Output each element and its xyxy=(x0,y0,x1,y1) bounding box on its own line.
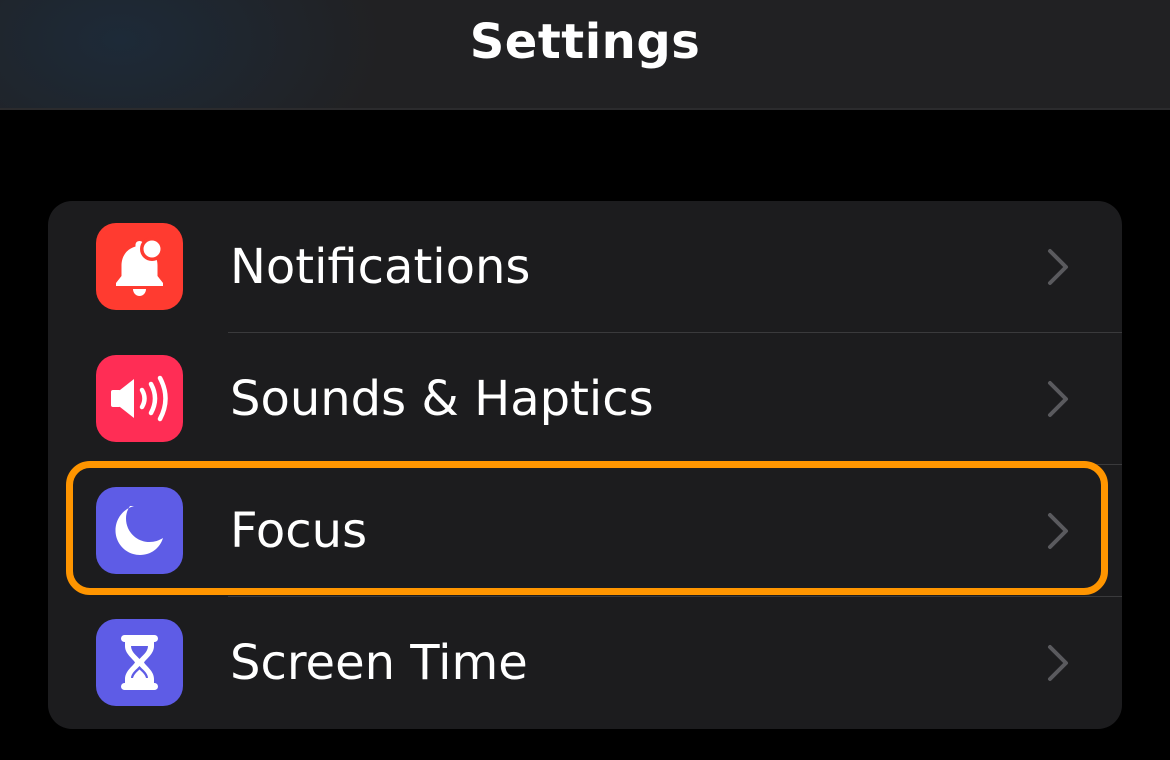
bell-badge-icon xyxy=(96,223,183,310)
settings-group: Notifications Sounds & Haptics Focus Scr… xyxy=(48,201,1122,729)
settings-row-focus[interactable]: Focus xyxy=(48,465,1122,597)
settings-screen: Settings Notifications Sounds & Haptics … xyxy=(0,0,1170,760)
hourglass-icon xyxy=(96,619,183,706)
navigation-bar: Settings xyxy=(0,0,1170,110)
settings-row-label: Sounds & Haptics xyxy=(230,371,654,427)
settings-row-sounds-haptics[interactable]: Sounds & Haptics xyxy=(48,333,1122,465)
chevron-right-icon xyxy=(1048,381,1068,417)
settings-row-notifications[interactable]: Notifications xyxy=(48,201,1122,333)
settings-row-label: Focus xyxy=(230,503,368,559)
moon-icon xyxy=(96,487,183,574)
chevron-right-icon xyxy=(1048,249,1068,285)
settings-row-screen-time[interactable]: Screen Time xyxy=(48,597,1122,729)
settings-row-label: Screen Time xyxy=(230,635,528,691)
settings-row-label: Notifications xyxy=(230,239,531,295)
speaker-wave-icon xyxy=(96,355,183,442)
page-title: Settings xyxy=(469,14,701,70)
chevron-right-icon xyxy=(1048,645,1068,681)
chevron-right-icon xyxy=(1048,513,1068,549)
